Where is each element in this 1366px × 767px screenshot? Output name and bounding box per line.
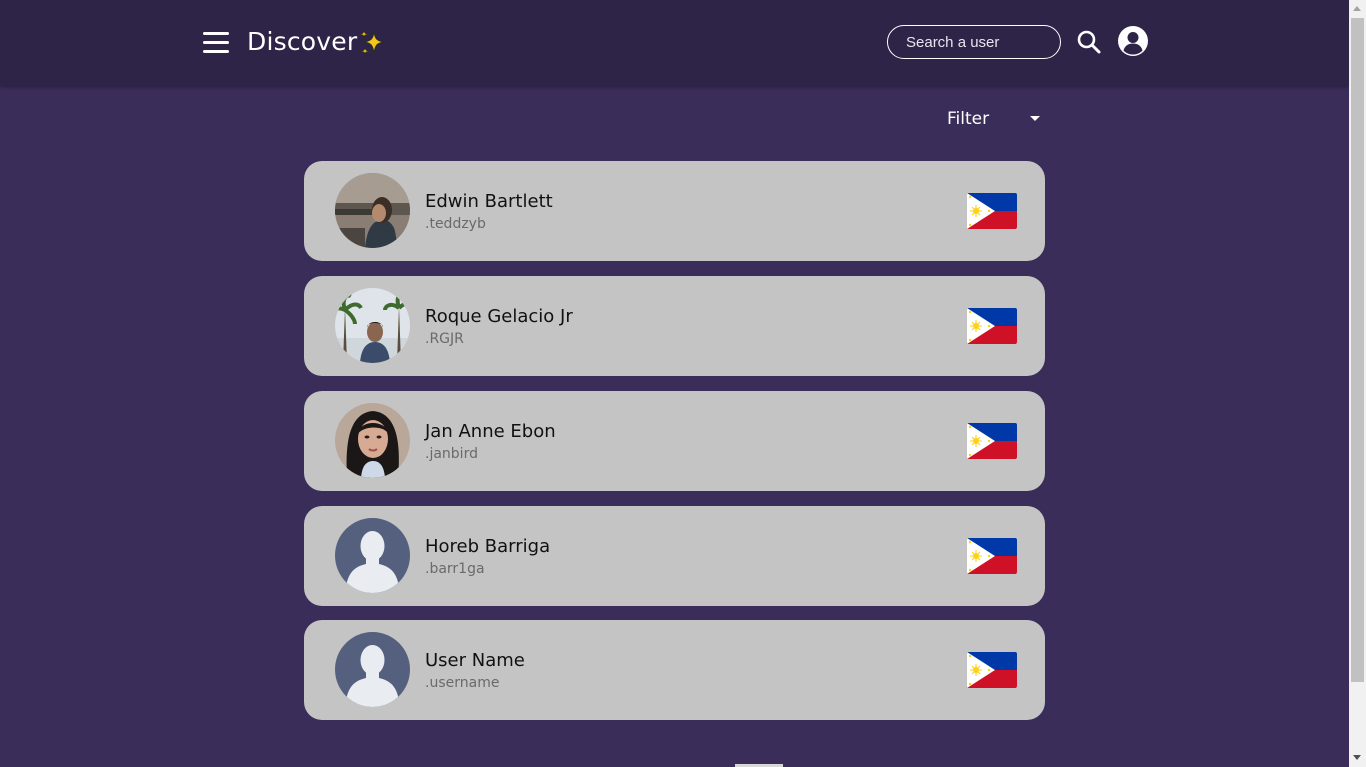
- philippines-flag-icon: [967, 308, 1017, 344]
- user-avatar: [335, 173, 410, 248]
- scroll-up-arrow-icon[interactable]: [1353, 6, 1361, 11]
- search-icon[interactable]: [1076, 29, 1102, 55]
- user-name: Edwin Bartlett: [425, 191, 553, 212]
- user-card[interactable]: User Name .username: [304, 620, 1045, 720]
- user-card[interactable]: Edwin Bartlett .teddzyb: [304, 161, 1045, 261]
- filter-label: Filter: [947, 109, 990, 129]
- philippines-flag-icon: [967, 423, 1017, 459]
- scroll-down-arrow-icon[interactable]: [1353, 755, 1361, 760]
- default-avatar-icon: [335, 632, 410, 707]
- page-title: Discover: [247, 27, 358, 56]
- top-navbar: Discover: [0, 0, 1349, 86]
- filter-dropdown[interactable]: Filter: [947, 106, 1047, 132]
- philippines-flag-icon: [967, 652, 1017, 688]
- user-avatar: [335, 403, 410, 478]
- user-name: User Name: [425, 650, 525, 671]
- user-handle: .janbird: [425, 446, 478, 462]
- user-handle: .barr1ga: [425, 561, 485, 577]
- user-handle: .RGJR: [425, 331, 464, 347]
- philippines-flag-icon: [967, 193, 1017, 229]
- discover-page: Discover Filter: [0, 0, 1349, 767]
- user-avatar: [335, 288, 410, 363]
- user-name: Jan Anne Ebon: [425, 421, 556, 442]
- user-handle: .username: [425, 675, 500, 691]
- search-user-input[interactable]: [887, 25, 1061, 59]
- philippines-flag-icon: [967, 538, 1017, 574]
- user-card[interactable]: Jan Anne Ebon .janbird: [304, 391, 1045, 491]
- sparkles-icon: [359, 29, 386, 56]
- user-card[interactable]: Roque Gelacio Jr .RGJR: [304, 276, 1045, 376]
- user-handle: .teddzyb: [425, 216, 486, 232]
- caret-down-icon: [1030, 116, 1040, 121]
- account-icon[interactable]: [1118, 26, 1148, 56]
- user-card[interactable]: Horeb Barriga .barr1ga: [304, 506, 1045, 606]
- user-name: Horeb Barriga: [425, 536, 551, 557]
- user-name: Roque Gelacio Jr: [425, 306, 573, 327]
- default-avatar-icon: [335, 518, 410, 593]
- hamburger-menu-icon[interactable]: [203, 30, 229, 54]
- vertical-scrollbar[interactable]: [1349, 0, 1366, 767]
- scrollbar-thumb[interactable]: [1351, 18, 1364, 682]
